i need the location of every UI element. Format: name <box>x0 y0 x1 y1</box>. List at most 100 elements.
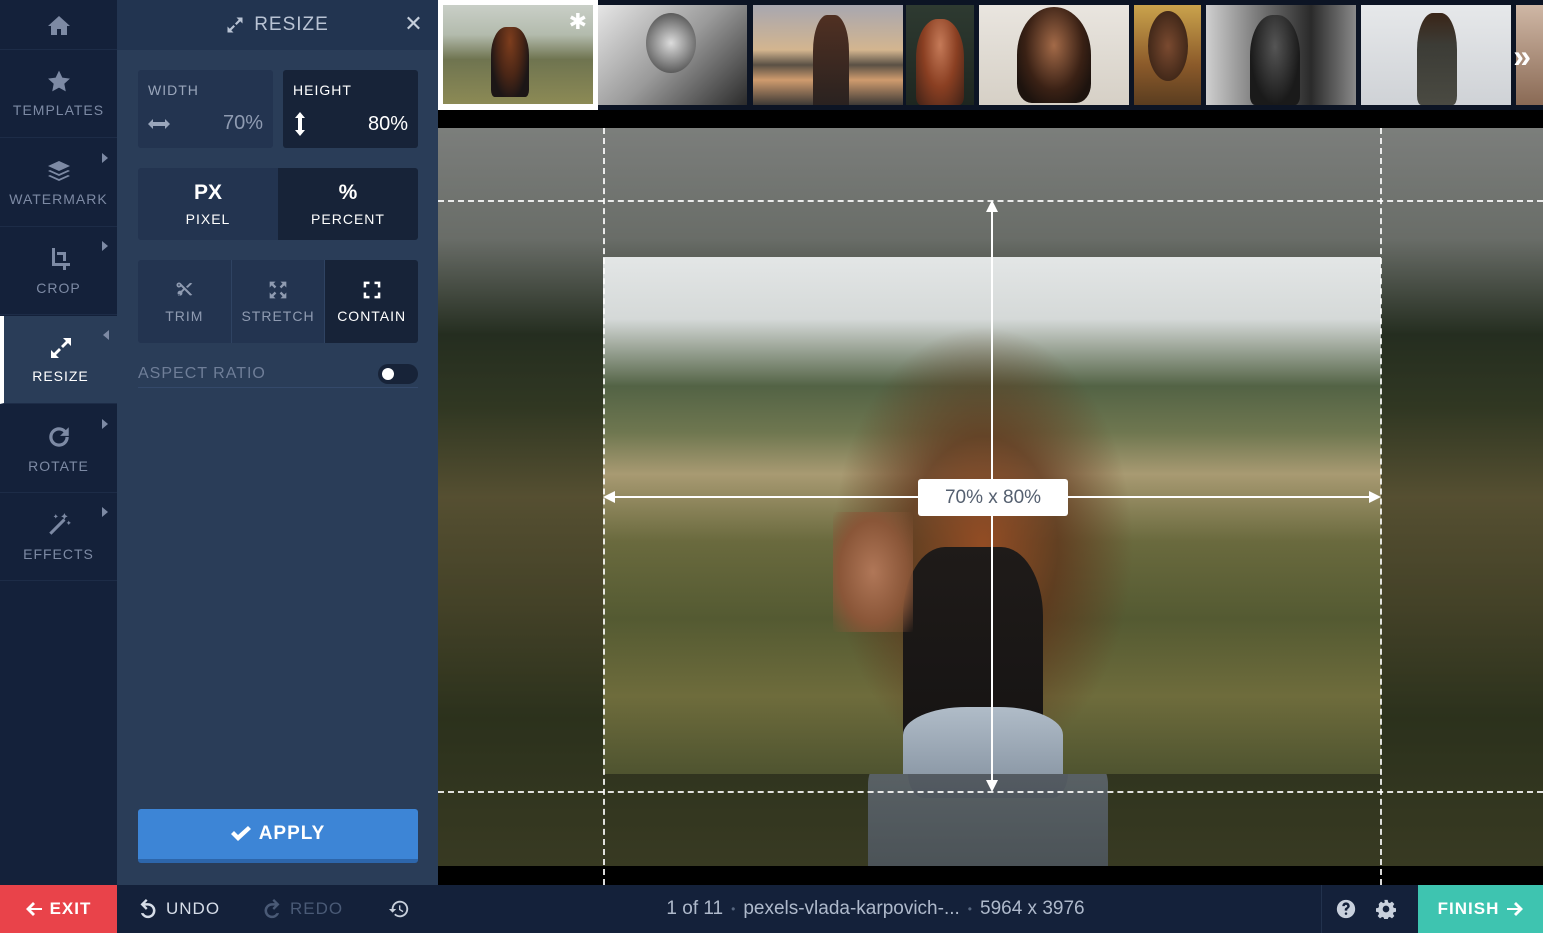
panel-title: RESIZE <box>254 14 329 35</box>
apply-label: APPLY <box>258 823 326 844</box>
arrow-left-icon <box>25 902 42 916</box>
aspect-ratio-label: ASPECT RATIO <box>138 364 266 382</box>
sidebar-item-templates[interactable]: TEMPLATES <box>0 50 117 138</box>
exit-button[interactable]: EXIT <box>0 885 117 933</box>
redo-label: REDO <box>290 899 344 918</box>
contain-frame-icon <box>363 281 381 298</box>
sidebar-item-resize[interactable]: RESIZE <box>0 316 117 404</box>
width-field[interactable]: WIDTH 70% <box>138 70 273 148</box>
sidebar-item-rotate[interactable]: ROTATE <box>0 405 117 493</box>
separator-dot: • <box>731 902 736 916</box>
stretch-mode-label: STRETCH <box>241 307 315 324</box>
thumbnail-image[interactable] <box>1361 5 1511 105</box>
pixel-unit-label: PIXEL <box>185 211 231 227</box>
undo-button[interactable]: UNDO <box>138 885 220 933</box>
width-value[interactable]: 70% <box>223 112 263 135</box>
thumbnail-image[interactable] <box>598 5 747 105</box>
pixel-unit-button[interactable]: PX PIXEL <box>138 168 278 240</box>
submenu-arrow-icon <box>102 241 108 251</box>
finish-label: FINISH <box>1437 899 1500 918</box>
finish-button[interactable]: FINISH <box>1418 885 1543 933</box>
resize-panel: RESIZE ✕ WIDTH 70% HEIGHT 80% PX PIXEL % <box>117 0 438 885</box>
tool-sidebar: TEMPLATES WATERMARK CROP RESIZE ROTATE E… <box>0 0 117 885</box>
sidebar-item-crop[interactable]: CROP <box>0 227 117 315</box>
help-icon <box>1336 899 1355 919</box>
dimensions-label: 70% x 80% <box>918 479 1068 516</box>
expand-arrows-icon <box>269 281 287 298</box>
image-position: 1 of 11 <box>666 898 724 919</box>
height-field[interactable]: HEIGHT 80% <box>283 70 418 148</box>
contain-mode-label: CONTAIN <box>337 307 407 324</box>
arrow-right-icon <box>1507 902 1524 916</box>
rotate-icon <box>48 426 69 447</box>
height-value[interactable]: 80% <box>368 113 408 136</box>
bottom-toolbar: EXIT UNDO REDO 1 of 11 • pexels-vlada-ka… <box>0 885 1543 933</box>
sidebar-item-label: RESIZE <box>32 367 89 384</box>
gear-icon <box>1376 899 1396 919</box>
horizontal-arrows-icon <box>148 118 170 129</box>
crop-icon <box>51 247 70 270</box>
history-icon <box>388 900 409 918</box>
magic-wand-icon <box>48 512 71 535</box>
home-icon <box>47 15 70 35</box>
image-resolution: 5964 x 3976 <box>980 898 1085 919</box>
percent-unit-button[interactable]: % PERCENT <box>278 168 418 240</box>
close-icon[interactable]: ✕ <box>404 13 424 35</box>
thumbnail-image[interactable] <box>979 5 1129 105</box>
sidebar-item-label: EFFECTS <box>23 545 94 562</box>
thumbnail-image[interactable] <box>1206 5 1356 105</box>
thumbnail-image[interactable]: ✱ <box>438 0 598 110</box>
image-filename: pexels-vlada-karpovich-... <box>743 898 960 919</box>
sidebar-item-label: ROTATE <box>28 457 89 474</box>
submenu-arrow-icon <box>103 330 109 340</box>
history-button[interactable] <box>388 885 410 933</box>
settings-button[interactable] <box>1362 885 1410 933</box>
undo-label: UNDO <box>166 899 221 918</box>
resize-mode-toggle: TRIM STRETCH CONTAIN <box>138 260 418 343</box>
scissors-icon <box>176 282 193 296</box>
stretch-mode-button[interactable]: STRETCH <box>231 260 326 343</box>
separator-dot: • <box>967 902 972 916</box>
aspect-ratio-toggle[interactable] <box>378 363 418 384</box>
aspect-ratio-row: ASPECT RATIO <box>138 360 418 388</box>
width-label: WIDTH <box>148 82 199 98</box>
height-label: HEIGHT <box>293 82 352 98</box>
unit-toggle: PX PIXEL % PERCENT <box>138 168 418 240</box>
image-status: 1 of 11 • pexels-vlada-karpovich-... • 5… <box>438 885 1313 933</box>
trim-mode-button[interactable]: TRIM <box>138 260 232 343</box>
image-thumbnail-strip: ✱ » <box>438 0 1543 110</box>
layers-icon <box>47 160 70 181</box>
redo-button[interactable]: REDO <box>262 885 343 933</box>
toggle-knob <box>382 367 394 380</box>
image-canvas[interactable]: 70% x 80% <box>438 110 1543 885</box>
percent-unit-label: PERCENT <box>311 211 385 227</box>
trim-mode-label: TRIM <box>165 307 204 324</box>
vertical-arrows-icon <box>295 112 305 136</box>
pixel-unit-symbol: PX <box>193 181 222 204</box>
percent-unit-symbol: % <box>338 181 358 204</box>
double-chevron-right-icon[interactable]: » <box>1513 38 1531 75</box>
sidebar-item-label: WATERMARK <box>9 190 108 207</box>
contain-mode-button[interactable]: CONTAIN <box>325 260 418 343</box>
submenu-arrow-icon <box>102 419 108 429</box>
apply-button[interactable]: APPLY <box>138 809 418 863</box>
image-editor-app: TEMPLATES WATERMARK CROP RESIZE ROTATE E… <box>0 0 1543 933</box>
sidebar-item-home[interactable] <box>0 0 117 50</box>
edited-star-icon: ✱ <box>568 9 587 34</box>
resize-icon <box>50 337 71 358</box>
resize-icon <box>227 17 243 33</box>
redo-icon <box>264 899 280 919</box>
star-icon <box>47 70 70 92</box>
thumbnail-image[interactable] <box>753 5 903 105</box>
panel-header: RESIZE ✕ <box>117 0 438 50</box>
thumbnail-image[interactable] <box>1134 5 1201 105</box>
thumbnail-image[interactable] <box>906 5 974 105</box>
submenu-arrow-icon <box>102 507 108 517</box>
sidebar-item-effects[interactable]: EFFECTS <box>0 493 117 581</box>
exit-label: EXIT <box>49 899 92 918</box>
undo-icon <box>140 899 156 919</box>
sidebar-item-label: CROP <box>36 279 81 296</box>
submenu-arrow-icon <box>102 153 108 163</box>
checkmark-icon <box>230 826 251 841</box>
sidebar-item-watermark[interactable]: WATERMARK <box>0 139 117 227</box>
